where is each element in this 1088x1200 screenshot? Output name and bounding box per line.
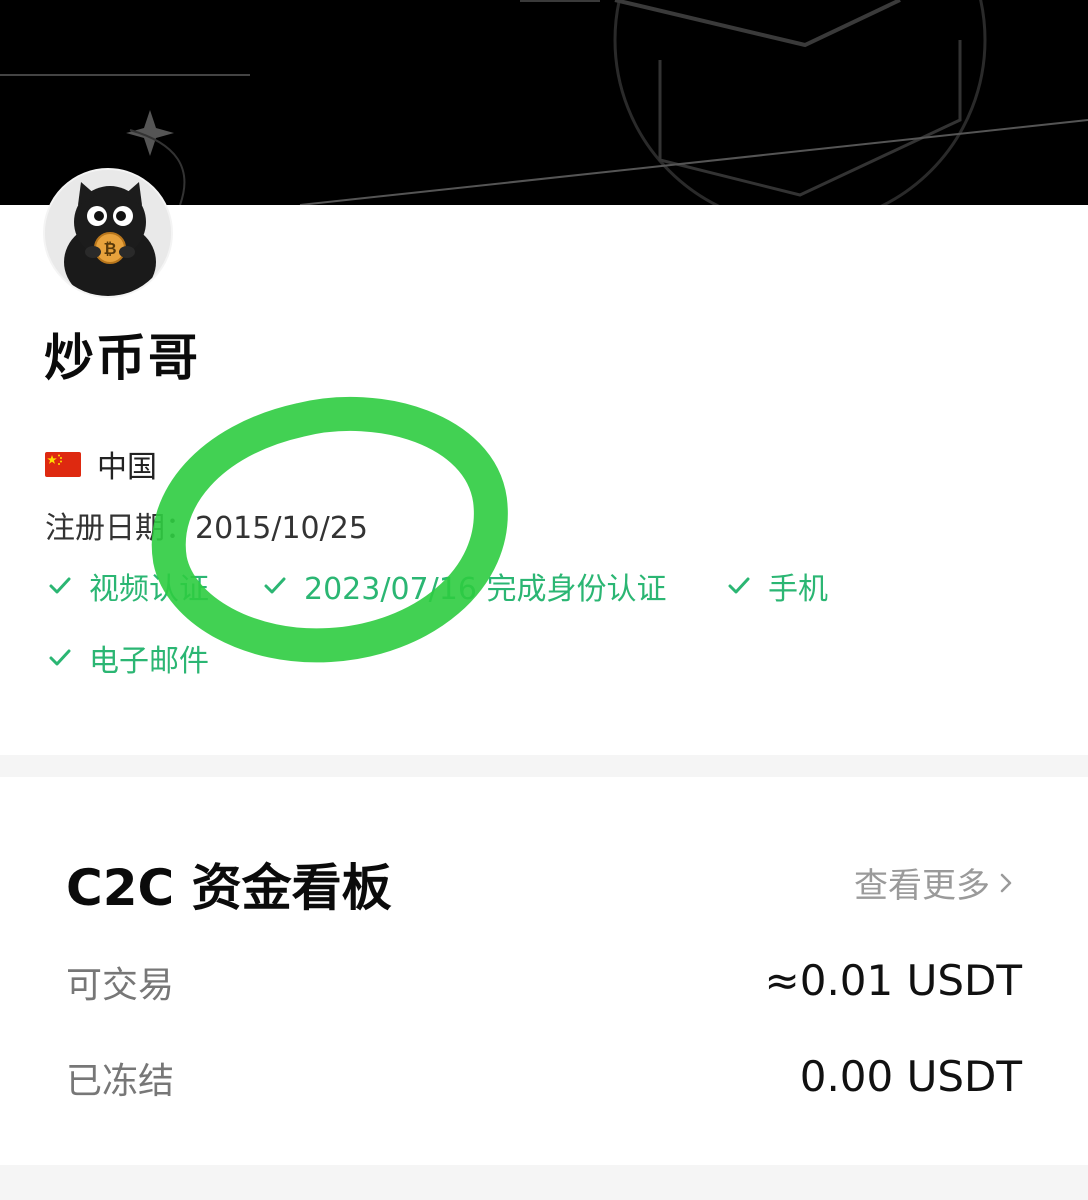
country-label: 中国 [97,450,157,485]
view-more-label: 查看更多 [854,866,990,906]
verification-phone: 手机 [726,564,828,608]
verification-label: 电子邮件 [89,644,209,679]
country-row: 中国 [45,442,157,486]
register-date-label: 注册日期： [45,511,195,546]
section-divider [0,755,1088,777]
verification-label: 手机 [768,572,828,607]
verification-label: 2023/07/16 完成身份认证 [304,572,667,607]
check-icon [264,577,286,594]
check-icon [49,577,71,594]
register-date-row: 注册日期：2015/10/25 [45,503,368,547]
verification-identity: 2023/07/16 完成身份认证 [262,564,666,608]
svg-text:₿: ₿ [103,239,116,258]
register-date-value: 2015/10/25 [195,511,368,546]
frozen-value: 0.00 USDT [799,1052,1022,1101]
verification-label: 视频认证 [89,572,209,607]
black-cat-bitcoin-icon: ₿ [45,170,171,296]
verification-email: 电子邮件 [47,636,209,680]
frozen-label: 已冻结 [66,1061,175,1102]
check-icon [49,649,71,666]
verification-video: 视频认证 [47,564,209,608]
bottom-divider [0,1165,1088,1200]
available-label: 可交易 [66,965,175,1006]
china-flag-icon [45,451,81,477]
view-more-link[interactable]: 查看更多 [854,858,1014,907]
chevron-right-icon [1000,873,1012,892]
nickname: 炒币哥 [44,329,200,387]
check-icon [728,577,750,594]
board-title: C2C 资金看板 [66,859,392,917]
avatar[interactable]: ₿ [43,168,173,298]
available-value: ≈0.01 USDT [764,956,1022,1005]
